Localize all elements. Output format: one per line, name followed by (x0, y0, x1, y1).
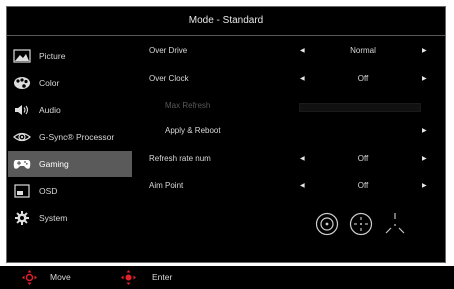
aim-circle-dot-icon[interactable] (314, 211, 340, 237)
palette-icon (14, 77, 30, 89)
speaker-icon (15, 105, 29, 115)
sidebar-item-audio[interactable]: Audio (8, 97, 132, 123)
sidebar-item-system[interactable]: System (8, 205, 132, 231)
aim-tri-line-icon[interactable] (382, 211, 408, 237)
max-refresh-bar (299, 103, 421, 112)
arrow-left-icon[interactable]: ◀ (300, 147, 305, 171)
arrow-right-icon[interactable]: ▶ (422, 119, 427, 143)
sidebar-item-label: Color (39, 78, 60, 88)
setting-label: Over Clock (149, 74, 189, 83)
sidebar-item-gaming[interactable]: Gaming (8, 151, 132, 177)
arrow-right-icon[interactable]: ▶ (422, 174, 427, 198)
menu-title: Mode - Standard (7, 7, 445, 36)
osd-window-icon (14, 184, 30, 198)
setting-apply-reboot[interactable]: Apply & Reboot ▶ (139, 119, 445, 143)
picture-icon (13, 49, 31, 63)
osd-menu: Mode - Standard Picture Color Audio G-Sy… (6, 6, 446, 263)
sidebar-item-osd[interactable]: OSD (8, 178, 132, 204)
sidebar-item-label: Picture (39, 51, 66, 61)
setting-value: Off (357, 74, 369, 83)
setting-label: Refresh rate num (149, 154, 211, 163)
setting-aim-point[interactable]: Aim Point ◀ Off ▶ (139, 174, 445, 198)
sidebar-item-label: Gaming (39, 159, 69, 169)
sidebar-item-gsync[interactable]: G-Sync® Processor (8, 124, 132, 150)
arrow-left-icon[interactable]: ◀ (300, 174, 305, 198)
setting-over-drive[interactable]: Over Drive ◀ Normal ▶ (139, 39, 445, 63)
setting-label: Over Drive (149, 46, 188, 55)
setting-refresh-rate-num[interactable]: Refresh rate num ◀ Off ▶ (139, 147, 445, 171)
sidebar-item-label: Audio (39, 105, 61, 115)
setting-over-clock[interactable]: Over Clock ◀ Off ▶ (139, 67, 445, 91)
arrow-left-icon[interactable]: ◀ (300, 39, 305, 63)
arrow-right-icon[interactable]: ▶ (422, 147, 427, 171)
sidebar-item-label: G-Sync® Processor (39, 132, 115, 142)
setting-label: Apply & Reboot (165, 126, 221, 135)
arrow-left-icon[interactable]: ◀ (300, 67, 305, 91)
arrow-right-icon[interactable]: ▶ (422, 67, 427, 91)
setting-value: Off (357, 154, 369, 163)
sidebar-item-label: System (39, 213, 68, 223)
aim-dashed-circle-icon[interactable] (348, 211, 374, 237)
setting-label: Aim Point (149, 181, 184, 190)
gsync-eye-icon (13, 132, 31, 142)
dpad-move-icon (22, 270, 37, 285)
dpad-enter-icon (121, 270, 136, 285)
gamepad-icon (13, 160, 31, 169)
gaming-settings-panel: Over Drive ◀ Normal ▶ Over Clock ◀ Off ▶… (139, 37, 445, 263)
sidebar-item-label: OSD (39, 186, 58, 196)
setting-label: Max Refresh (165, 101, 211, 110)
footer-enter-label: Enter (152, 272, 173, 282)
gear-icon (15, 211, 29, 225)
setting-value: Normal (350, 46, 376, 55)
sidebar-item-color[interactable]: Color (8, 70, 132, 96)
footer-hints: Move Enter (0, 266, 454, 289)
setting-max-refresh: Max Refresh (139, 94, 445, 118)
sidebar-item-picture[interactable]: Picture (8, 43, 132, 69)
footer-move-label: Move (50, 272, 71, 282)
aim-point-options (314, 211, 424, 241)
setting-value: Off (357, 181, 369, 190)
arrow-right-icon[interactable]: ▶ (422, 39, 427, 63)
sidebar: Picture Color Audio G-Sync® Processor Ga… (8, 37, 138, 263)
